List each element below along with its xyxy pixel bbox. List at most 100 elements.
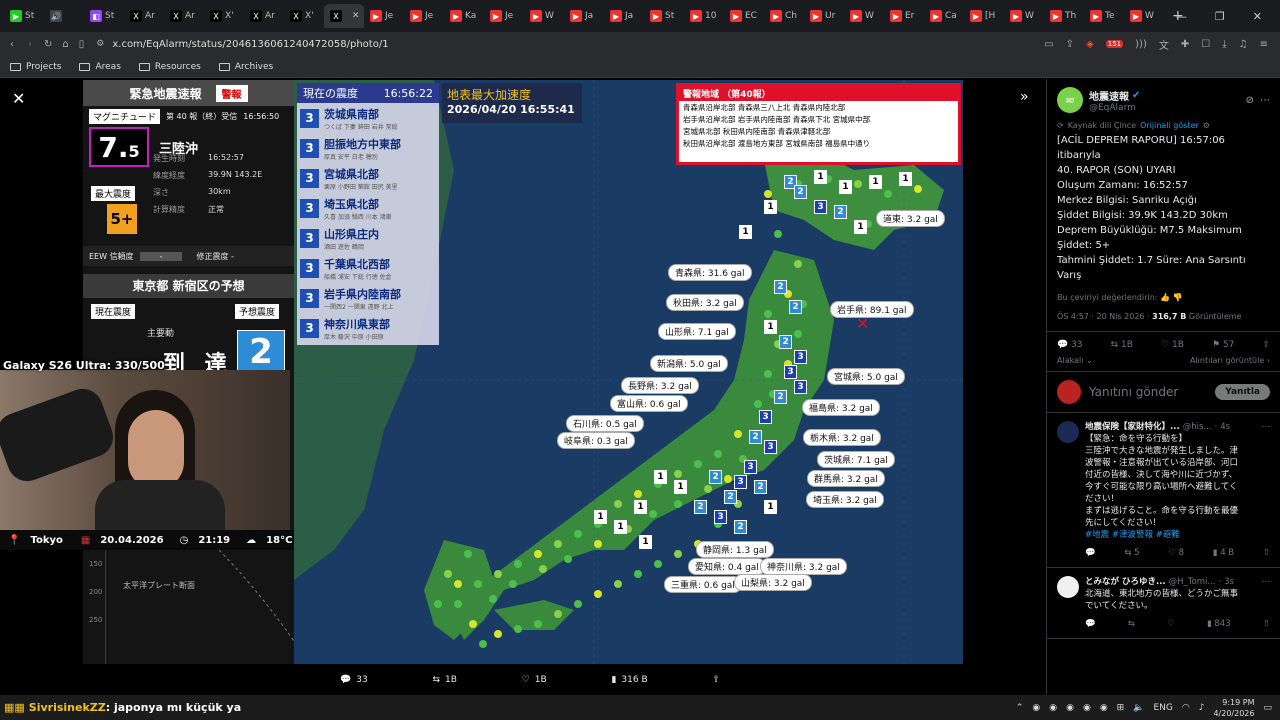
browser-tab[interactable]: ▶ Th <box>1044 4 1084 28</box>
browser-tab[interactable]: ◧ St <box>84 4 124 28</box>
browser-tab[interactable]: ▶ W <box>844 4 884 28</box>
reply-share-button[interactable]: ⇧ <box>1263 547 1270 559</box>
browser-tab[interactable]: ▶ Te <box>1084 4 1124 28</box>
browser-tab[interactable]: ▶ W <box>1004 4 1044 28</box>
settings-icon[interactable]: ⚙ <box>1203 121 1210 130</box>
browser-tab[interactable]: ▶ Ur <box>804 4 844 28</box>
photo-like-button[interactable]: ♡ 1B <box>522 672 547 688</box>
browser-tab[interactable]: X Ar <box>244 4 284 28</box>
browser-tab[interactable]: ▶ Je <box>484 4 524 28</box>
restore-icon[interactable]: ❐ <box>1215 10 1225 23</box>
reply-submit-button[interactable]: Yanıtla <box>1215 384 1270 400</box>
sidebar-toggle-icon[interactable]: ▯ <box>79 39 85 50</box>
reply-views-button[interactable]: ▮ 843 <box>1207 618 1231 630</box>
reply-input[interactable]: Yanıtını gönder <box>1089 385 1178 399</box>
home-icon[interactable]: ⌂ <box>62 39 68 50</box>
reply-avatar[interactable] <box>1057 576 1079 598</box>
puzzle-icon[interactable]: ✚ <box>1181 39 1189 50</box>
author-handle[interactable]: @EqAlarm <box>1089 103 1140 113</box>
volume-icon[interactable]: 🔈 <box>1133 703 1144 713</box>
share-button[interactable]: ⇧ <box>1262 340 1270 350</box>
sort-dropdown[interactable]: Alakalı ⌄ <box>1057 356 1093 365</box>
reply-views-button[interactable]: ▮ 4 B <box>1213 547 1234 559</box>
thumbs-up-icon[interactable]: 👍 <box>1160 293 1170 302</box>
thumbs-down-icon[interactable]: 👎 <box>1173 293 1183 302</box>
photo-share-button[interactable]: ⇧ <box>712 672 720 688</box>
like-button[interactable]: ♡ 1B <box>1161 340 1184 350</box>
minimize-icon[interactable]: — <box>1176 10 1187 23</box>
reply-repost-button[interactable]: ⇆ 5 <box>1124 547 1139 559</box>
browser-tab[interactable]: X X' <box>204 4 244 28</box>
browser-tab[interactable]: X Ar <box>124 4 164 28</box>
browser-tab[interactable]: ▶ 10 <box>684 4 724 28</box>
avatar[interactable]: ≈ <box>1057 87 1083 113</box>
reply-author[interactable]: とみなが ひろゆき... <box>1085 576 1166 588</box>
tray-app-icon[interactable]: ◉ <box>1100 703 1108 713</box>
wifi-icon[interactable]: ◠ <box>1182 703 1190 713</box>
clock[interactable]: 9:19 PM 4/20/2026 <box>1213 697 1254 719</box>
brave-shield-icon[interactable]: ◈ <box>1086 39 1094 50</box>
reload-icon[interactable]: ↻ <box>44 39 52 50</box>
reply-repost-button[interactable]: ⇆ <box>1128 618 1135 630</box>
reply-reply-button[interactable]: 💬 <box>1085 547 1096 559</box>
close-viewer-icon[interactable]: ✕ <box>12 89 25 108</box>
browser-tab[interactable]: ▶ Ja <box>564 4 604 28</box>
browser-tab[interactable]: ▶ Er <box>884 4 924 28</box>
more-icon[interactable]: ⋯ <box>1260 95 1270 106</box>
browser-tab[interactable]: ▶ St <box>4 4 44 28</box>
back-icon[interactable]: ‹ <box>10 39 14 50</box>
browser-tab[interactable]: ▶ W <box>1124 4 1164 28</box>
language-indicator[interactable]: ENG <box>1153 703 1172 713</box>
show-original-link[interactable]: Orijinali göster <box>1140 121 1199 130</box>
tray-app-icon[interactable]: ◉ <box>1083 703 1091 713</box>
speaker-icon[interactable]: ♪ <box>1199 703 1205 713</box>
reply-like-button[interactable]: ♡ 8 <box>1168 547 1184 559</box>
bookmark-button[interactable]: ⚑ 57 <box>1212 340 1234 350</box>
browser-tab[interactable]: X Ar <box>164 4 204 28</box>
reply-item[interactable]: とみなが ひろゆき... @H_Tomi... · 3s ⋯ 北海道、東北地方の皆様、どう… <box>1047 568 1280 639</box>
browser-tab[interactable]: X X' <box>284 4 324 28</box>
notification-icon[interactable]: ▭ <box>1263 703 1272 713</box>
download-icon[interactable]: ⤓ <box>1222 39 1226 50</box>
reply-tags[interactable]: #地震 #津波警報 #避難 <box>1085 529 1270 541</box>
repost-button[interactable]: ⇆ 1B <box>1111 340 1133 350</box>
menu-icon[interactable]: ≡ <box>1260 39 1268 50</box>
bookmark-icon[interactable]: ☐ <box>1201 39 1210 50</box>
tray-app-icon[interactable]: ◉ <box>1049 703 1057 713</box>
expand-panel-icon[interactable]: » <box>1020 89 1029 105</box>
browser-tab[interactable]: ▶ Ka <box>444 4 484 28</box>
tray-app-icon[interactable]: ◉ <box>1032 703 1040 713</box>
bookmark-projects[interactable]: Projects <box>10 62 61 72</box>
extension-icon[interactable]: ))) <box>1135 39 1147 50</box>
browser-tab[interactable]: 🔊 <box>44 4 84 28</box>
tray-app-icon[interactable]: ◉ <box>1066 703 1074 713</box>
extension-badge[interactable]: 151 <box>1105 40 1124 48</box>
browser-tab[interactable]: X ✕ <box>324 4 364 28</box>
forward-icon[interactable]: › <box>28 39 32 50</box>
reply-share-button[interactable]: ⇧ <box>1263 618 1270 630</box>
site-info-icon[interactable]: ⚙ <box>96 39 104 49</box>
browser-tab[interactable]: ▶ Ch <box>764 4 804 28</box>
browser-tab[interactable]: ▶ [H <box>964 4 1004 28</box>
reply-avatar[interactable] <box>1057 421 1079 443</box>
browser-tab[interactable]: ▶ St <box>644 4 684 28</box>
photo-repost-button[interactable]: ⇆ 1B <box>432 672 456 688</box>
network-icon[interactable]: ⊞ <box>1117 703 1125 713</box>
browser-tab[interactable]: ▶ W <box>524 4 564 28</box>
bookmark-areas[interactable]: Areas <box>79 62 121 72</box>
tweet-timestamp[interactable]: ÖS 4:57 · 20 Nis 2026 · <box>1057 312 1152 321</box>
browser-tab[interactable]: ▶ Ca <box>924 4 964 28</box>
tray-arrow-icon[interactable]: ⌃ <box>1016 703 1024 713</box>
photo-reply-button[interactable]: 💬 33 <box>340 672 368 688</box>
browser-tab[interactable]: ▶ Je <box>404 4 444 28</box>
reply-button[interactable]: 💬 33 <box>1057 340 1083 350</box>
close-window-icon[interactable]: ✕ <box>1253 10 1262 23</box>
reply-like-button[interactable]: ♡ <box>1167 618 1175 630</box>
browser-tab[interactable]: ▶ EC <box>724 4 764 28</box>
browser-tab[interactable]: ▶ Je <box>364 4 404 28</box>
grok-icon[interactable]: ⊘ <box>1246 95 1254 106</box>
url-field[interactable]: x.com/EqAlarm/status/2046136061240472058… <box>112 39 388 50</box>
reply-author[interactable]: 地震保険【家財特化】... <box>1085 421 1180 433</box>
author-name[interactable]: 地震速報 <box>1089 88 1129 103</box>
more-icon[interactable]: ⋯ <box>1262 576 1271 588</box>
